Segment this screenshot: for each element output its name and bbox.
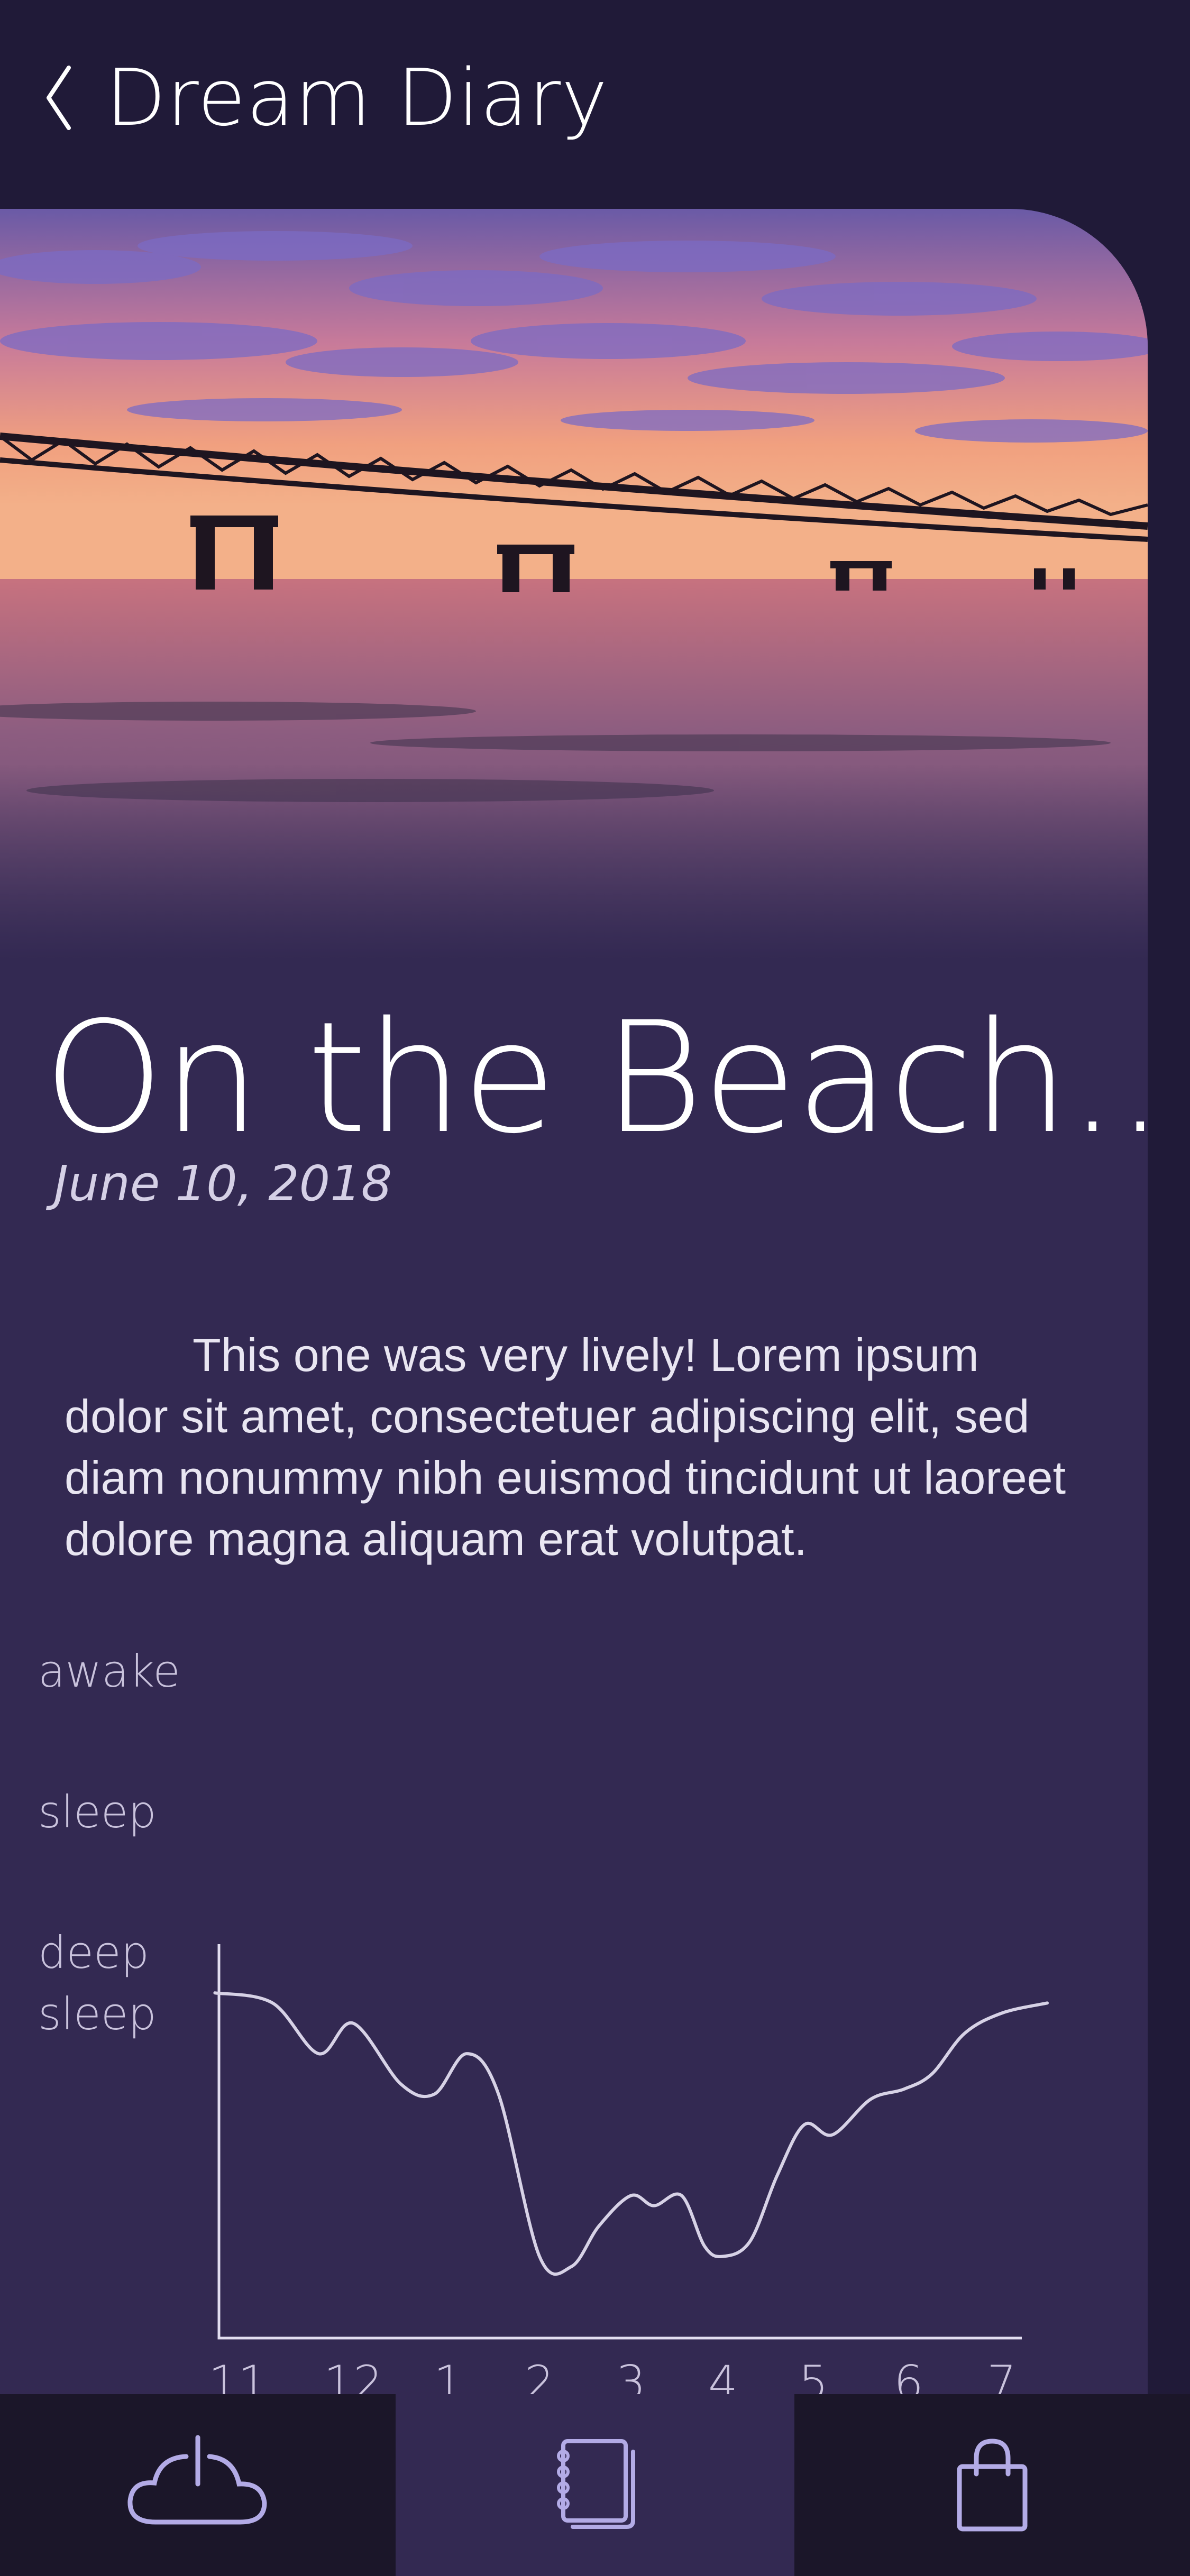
sleep-series-line bbox=[213, 1991, 1049, 2276]
entry-title: On the Beach... bbox=[43, 989, 1148, 1167]
tab-cloud[interactable] bbox=[0, 2394, 396, 2576]
right-edge bbox=[1148, 209, 1190, 2394]
x-tick-label: 1 bbox=[434, 2356, 463, 2394]
x-tick-label: 5 bbox=[799, 2356, 828, 2394]
entry-image bbox=[0, 209, 1148, 960]
shopping-bag-icon bbox=[957, 2439, 1028, 2532]
sleep-chart: awake sleep deep sleep 11 12 1 2 3 4 5 6 7 bbox=[0, 1645, 1148, 2394]
chart-axes bbox=[217, 1944, 1022, 2340]
y-label-awake: awake bbox=[38, 1645, 180, 1697]
x-tick-label: 3 bbox=[616, 2356, 646, 2394]
x-tick-label: 6 bbox=[894, 2356, 923, 2394]
notebook-icon bbox=[557, 2439, 635, 2529]
x-tick-label: 4 bbox=[708, 2356, 738, 2394]
tab-bar bbox=[0, 2394, 1190, 2576]
app-title: Dream Diary bbox=[106, 52, 608, 143]
cloud-power-icon bbox=[127, 2435, 267, 2525]
x-tick-label: 7 bbox=[987, 2356, 1017, 2394]
sleep-chart-plot bbox=[213, 1944, 1049, 2340]
chevron-left-icon[interactable] bbox=[41, 63, 78, 132]
tab-notebook[interactable] bbox=[396, 2394, 794, 2576]
top-bar: Dream Diary bbox=[0, 0, 1190, 209]
dream-entry-card: On the Beach... June 10, 2018 This one w… bbox=[0, 209, 1148, 2394]
entry-body: This one was very lively! Lorem ipsum do… bbox=[65, 1329, 1066, 1565]
x-tick-label: 2 bbox=[525, 2356, 554, 2394]
x-tick-label: 11 bbox=[208, 2356, 268, 2394]
entry-date: June 10, 2018 bbox=[54, 1155, 392, 1212]
x-tick-label: 12 bbox=[324, 2356, 383, 2394]
tab-shop[interactable] bbox=[794, 2394, 1190, 2576]
